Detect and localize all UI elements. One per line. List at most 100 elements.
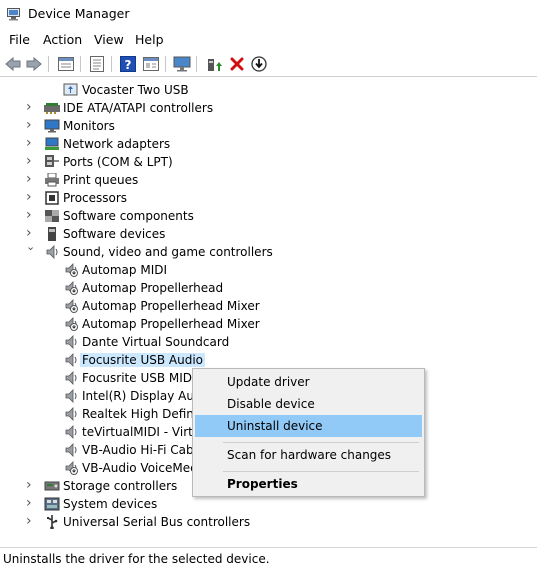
speaker-icon [65, 371, 77, 385]
tree-item[interactable]: Vocaster Two USB [0, 81, 537, 99]
tree-item-label: Automap Propellerhead Mixer [82, 299, 260, 313]
software-device-icon [48, 227, 56, 241]
svg-text:?: ? [125, 58, 132, 72]
speaker-icon [65, 335, 77, 349]
download-icon[interactable] [250, 55, 268, 73]
tree-item-label: Processors [63, 191, 128, 205]
speaker-icon [46, 245, 58, 259]
tree-item-label: Software devices [63, 227, 166, 241]
back-icon[interactable] [4, 55, 22, 73]
tree-item[interactable]: › Network adapters [0, 135, 537, 153]
collapse-chevron-icon[interactable]: › [26, 477, 36, 493]
usb-device-icon [63, 83, 78, 96]
title-bar: Device Manager [0, 0, 537, 28]
speaker-warning-icon [65, 317, 78, 331]
tree-item[interactable]: › Processors [0, 189, 537, 207]
menu-item-disable-device[interactable]: Disable device [195, 393, 422, 415]
tree-item-label: Focusrite USB MIDI [82, 371, 196, 385]
menu-bar: File Action View Help [0, 30, 537, 50]
tree-item[interactable]: Dante Virtual Soundcard [0, 333, 537, 351]
forward-icon[interactable] [25, 55, 43, 73]
status-text: Uninstalls the driver for the selected d… [3, 552, 270, 566]
menu-action[interactable]: Action [43, 32, 82, 47]
menu-file[interactable]: File [9, 32, 30, 47]
software-component-icon [45, 210, 59, 222]
tree-item[interactable]: › IDE ATA/ATAPI controllers [0, 99, 537, 117]
menu-item-update-driver[interactable]: Update driver [195, 371, 422, 393]
tree-item[interactable]: › Universal Serial Bus controllers [0, 513, 537, 531]
ide-controller-icon [44, 103, 60, 114]
expand-chevron-icon[interactable]: ⌄ [26, 240, 36, 253]
collapse-chevron-icon[interactable]: › [26, 495, 36, 511]
speaker-warning-icon [65, 281, 78, 295]
toolbar-separator [48, 56, 49, 72]
tree-item[interactable]: › System devices [0, 495, 537, 513]
tree-item[interactable]: Focusrite USB Audio [0, 351, 537, 369]
tree-item-label: Ports (COM & LPT) [63, 155, 173, 169]
toolbar: ? [0, 52, 537, 77]
tree-item-label: Sound, video and game controllers [63, 245, 273, 259]
toolbar-separator [111, 56, 112, 72]
system-device-icon [44, 497, 60, 511]
processor-icon [45, 191, 59, 205]
tree-item-label: Universal Serial Bus controllers [63, 515, 251, 529]
printer-icon [45, 173, 59, 187]
tree-item[interactable]: › Print queues [0, 171, 537, 189]
collapse-chevron-icon[interactable]: › [26, 117, 36, 133]
uninstall-x-icon[interactable] [228, 55, 246, 73]
collapse-chevron-icon[interactable]: › [26, 189, 36, 205]
collapse-chevron-icon[interactable]: › [26, 225, 36, 241]
properties-list-icon[interactable] [57, 55, 75, 73]
tree-item-label: Automap Propellerhead [82, 281, 224, 295]
tree-item-label: Automap Propellerhead Mixer [82, 317, 260, 331]
menu-separator [223, 471, 419, 472]
tree-item-label: Focusrite USB Audio [80, 353, 205, 367]
tree-item-label: Software components [63, 209, 194, 223]
speaker-warning-icon [65, 461, 78, 475]
menu-help[interactable]: Help [135, 32, 164, 47]
usb-icon [47, 515, 58, 529]
collapse-chevron-icon[interactable]: › [26, 171, 36, 187]
tree-item[interactable]: Automap Propellerhead Mixer [0, 315, 537, 333]
menu-item-uninstall-device[interactable]: Uninstall device [195, 415, 422, 437]
tree-item[interactable]: › Software devices [0, 225, 537, 243]
view-icon[interactable] [142, 55, 160, 73]
monitor-icon[interactable] [173, 55, 191, 73]
tree-item[interactable]: Automap Propellerhead [0, 279, 537, 297]
help-icon[interactable]: ? [119, 55, 137, 73]
collapse-chevron-icon[interactable]: › [26, 207, 36, 223]
tree-item-label: Dante Virtual Soundcard [82, 335, 230, 349]
tree-item[interactable]: › Software components [0, 207, 537, 225]
speaker-icon [65, 407, 77, 421]
tree-item[interactable]: › Ports (COM & LPT) [0, 153, 537, 171]
device-manager-icon [7, 8, 20, 21]
monitor-icon [44, 119, 60, 133]
tree-item-label: IDE ATA/ATAPI controllers [63, 101, 214, 115]
window-title: Device Manager [28, 6, 130, 21]
menu-separator [223, 442, 419, 443]
collapse-chevron-icon[interactable]: › [26, 99, 36, 115]
menu-item-scan-hardware[interactable]: Scan for hardware changes [195, 444, 422, 466]
tree-item[interactable]: Automap Propellerhead Mixer [0, 297, 537, 315]
menu-item-properties[interactable]: Properties [195, 473, 422, 495]
collapse-chevron-icon[interactable]: › [26, 135, 36, 151]
toolbar-separator [196, 56, 197, 72]
tree-item-label: Storage controllers [63, 479, 178, 493]
storage-controller-icon [44, 481, 60, 491]
update-driver-icon[interactable] [205, 55, 223, 73]
speaker-icon [65, 353, 77, 367]
speaker-icon [65, 425, 77, 439]
collapse-chevron-icon[interactable]: › [26, 153, 36, 169]
context-menu: Update driver Disable device Uninstall d… [192, 368, 425, 497]
menu-view[interactable]: View [94, 32, 124, 47]
tree-item-label: Automap MIDI [82, 263, 168, 277]
collapse-chevron-icon[interactable]: › [26, 513, 36, 529]
tree-item-label: System devices [63, 497, 158, 511]
tree-item-label: Monitors [63, 119, 115, 133]
speaker-icon [65, 389, 77, 403]
tree-item[interactable]: Automap MIDI [0, 261, 537, 279]
tree-item[interactable]: › Monitors [0, 117, 537, 135]
speaker-warning-icon [65, 263, 78, 277]
tree-item[interactable]: ⌄ Sound, video and game controllers [0, 240, 537, 261]
properties-icon[interactable] [88, 55, 106, 73]
